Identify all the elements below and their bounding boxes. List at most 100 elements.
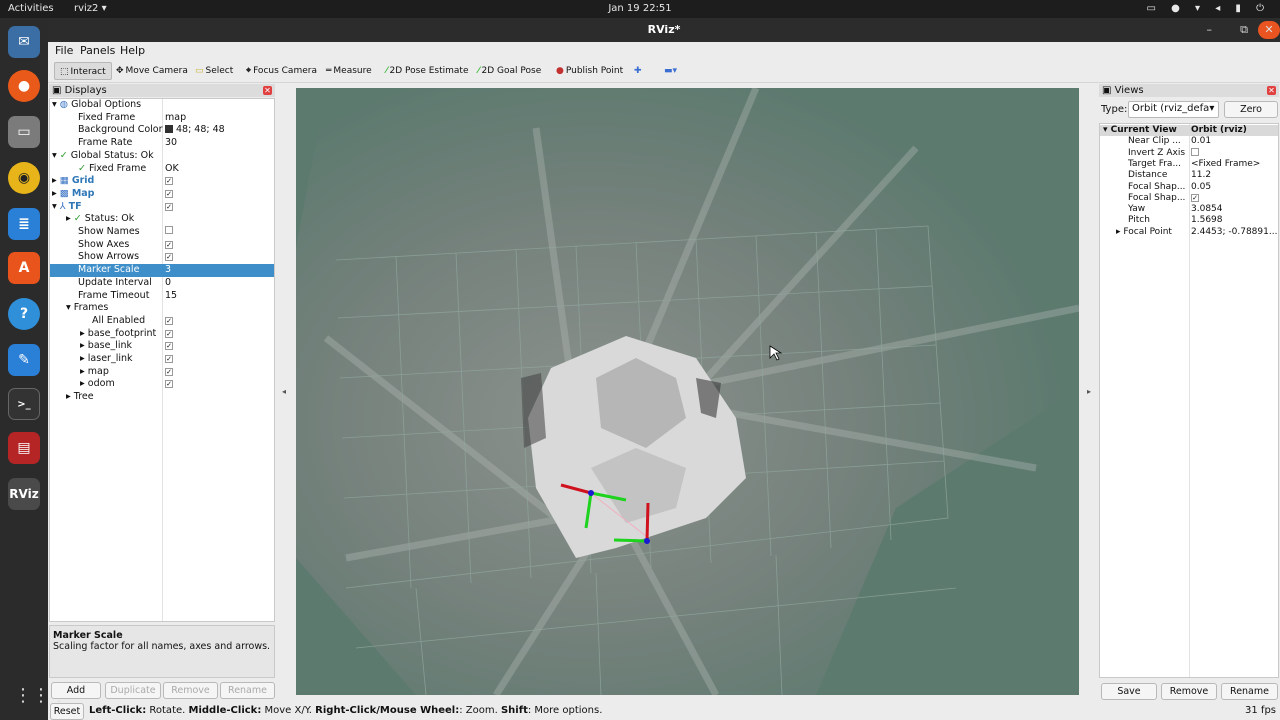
focal-point-row[interactable]: ▸ Focal Point 2.4453; -0.78891... [1100, 227, 1278, 238]
remove-display-button[interactable]: Remove [163, 682, 218, 699]
system-tray-icons[interactable]: ▭ ● ▾ ◂ ▮ ⏻ [1146, 3, 1270, 14]
3d-viewport[interactable] [296, 88, 1079, 695]
camera-icon: ▣ [1102, 85, 1112, 96]
map-checkbox[interactable]: ✓ [165, 189, 173, 198]
show-arrows-row[interactable]: Show Arrows ✓ [50, 251, 274, 264]
tf-display-row[interactable]: ▾ ⅄ TF ✓ [50, 201, 274, 214]
show-arrows-checkbox[interactable]: ✓ [165, 253, 173, 262]
writer-icon[interactable]: ≣ [8, 208, 40, 240]
views-close-icon[interactable]: ✕ [1267, 86, 1276, 95]
near-clip-row[interactable]: Near Clip ... 0.01 [1100, 136, 1278, 147]
help-icon[interactable]: ? [8, 298, 40, 330]
remove-tool-icon[interactable]: ▬▾ [662, 62, 677, 80]
rviz-icon[interactable]: RViz [8, 478, 40, 510]
focal-shape-size-row[interactable]: Focal Shap... 0.05 [1100, 182, 1278, 193]
tf-checkbox[interactable]: ✓ [165, 202, 173, 211]
property-description: Marker Scale Scaling factor for all name… [49, 625, 275, 678]
views-header: ▣ Views ✕ [1099, 84, 1279, 97]
displays-close-icon[interactable]: ✕ [263, 86, 272, 95]
collapse-left-icon[interactable]: ◂ [282, 387, 286, 396]
thunderbird-icon[interactable]: ✉ [8, 26, 40, 58]
maximize-icon[interactable]: ⧉ [1240, 18, 1248, 42]
fixed-frame-status-row[interactable]: ✓ Fixed Frame OK [50, 162, 274, 176]
invert-z-checkbox[interactable] [1191, 147, 1199, 156]
current-view-row[interactable]: ▾ Current View Orbit (rviz) [1100, 125, 1278, 137]
focus-camera-tool[interactable]: ⌖ Focus Camera [244, 62, 317, 80]
add-tool-icon[interactable]: ✚ [632, 62, 642, 80]
publish-point-tool[interactable]: ● Publish Point [554, 62, 623, 80]
frame-base-link-row[interactable]: ▸ base_link ✓ [50, 340, 274, 353]
close-icon[interactable]: ✕ [1258, 21, 1280, 39]
2d-pose-estimate-tool[interactable]: ⁄ 2D Pose Estimate [384, 62, 469, 80]
reset-button[interactable]: Reset [50, 703, 84, 720]
frame-checkbox[interactable]: ✓ [165, 342, 173, 351]
frame-timeout-row[interactable]: Frame Timeout 15 [50, 290, 274, 303]
fixed-frame-row[interactable]: Fixed Frame map [50, 112, 274, 125]
menu-help[interactable]: Help [120, 44, 145, 57]
frames-row[interactable]: ▾ Frames [50, 302, 274, 315]
text-editor-icon[interactable]: ✎ [8, 344, 40, 376]
frame-checkbox[interactable]: ✓ [165, 367, 173, 376]
menu-file[interactable]: File [55, 44, 73, 57]
frame-odom-row[interactable]: ▸ odom ✓ [50, 378, 274, 391]
distance-row[interactable]: Distance 11.2 [1100, 170, 1278, 181]
interact-tool[interactable]: ⬚ Interact [54, 62, 112, 80]
yaw-row[interactable]: Yaw 3.0854 [1100, 204, 1278, 215]
frame-checkbox[interactable]: ✓ [165, 329, 173, 338]
frame-rate-row[interactable]: Frame Rate 30 [50, 137, 274, 150]
app-icon[interactable]: ▤ [8, 432, 40, 464]
rhythmbox-icon[interactable]: ◉ [8, 162, 40, 194]
add-display-button[interactable]: Add [51, 682, 101, 699]
background-color-row[interactable]: Background Color 48; 48; 48 [50, 124, 274, 137]
frame-laser-link-row[interactable]: ▸ laser_link ✓ [50, 353, 274, 366]
focal-shape-checkbox[interactable]: ✓ [1191, 193, 1199, 202]
frame-base-footprint-row[interactable]: ▸ base_footprint ✓ [50, 328, 274, 341]
save-view-button[interactable]: Save [1101, 683, 1157, 700]
zero-button[interactable]: Zero [1224, 101, 1278, 118]
show-names-checkbox[interactable] [165, 226, 173, 234]
duplicate-display-button[interactable]: Duplicate [105, 682, 161, 699]
map-display-row[interactable]: ▸ ▩ Map ✓ [50, 188, 274, 201]
tf-status-row[interactable]: ▸ ✓ Status: Ok [50, 213, 274, 226]
menu-panels[interactable]: Panels [80, 44, 115, 57]
firefox-icon[interactable]: ● [8, 70, 40, 102]
all-enabled-row[interactable]: All Enabled ✓ [50, 315, 274, 328]
global-status-row[interactable]: ▾ ✓ Global Status: Ok [50, 150, 274, 163]
frame-checkbox[interactable]: ✓ [165, 380, 173, 389]
cursor-icon: ⬚ [60, 67, 69, 77]
map-render [296, 88, 1079, 695]
collapse-right-icon[interactable]: ▸ [1087, 387, 1091, 396]
color-swatch[interactable] [165, 125, 173, 134]
grid-checkbox[interactable]: ✓ [165, 177, 173, 186]
rename-display-button[interactable]: Rename [220, 682, 275, 699]
frame-checkbox[interactable]: ✓ [165, 355, 173, 363]
terminal-icon[interactable]: >_ [8, 388, 40, 420]
map-pin-icon: ● [556, 66, 564, 76]
clock[interactable]: Jan 19 22:51 [0, 3, 1280, 14]
minimize-icon[interactable]: – [1207, 18, 1213, 42]
frame-map-row[interactable]: ▸ map ✓ [50, 366, 274, 379]
focal-shape-fixed-row[interactable]: Focal Shap... ✓ [1100, 193, 1278, 204]
invert-z-row[interactable]: Invert Z Axis [1100, 147, 1278, 159]
pitch-row[interactable]: Pitch 1.5698 [1100, 215, 1278, 226]
update-interval-row[interactable]: Update Interval 0 [50, 277, 274, 290]
view-type-select[interactable]: Orbit (rviz_defa▾ [1128, 101, 1219, 118]
software-center-icon[interactable]: A [8, 252, 40, 284]
show-axes-row[interactable]: Show Axes ✓ [50, 239, 274, 252]
tree-row[interactable]: ▸ Tree [50, 391, 274, 404]
rename-view-button[interactable]: Rename [1221, 683, 1278, 700]
ok-check-icon: ✓ [78, 162, 86, 174]
grid-display-row[interactable]: ▸ ▦ Grid ✓ [50, 175, 274, 188]
all-enabled-checkbox[interactable]: ✓ [165, 316, 173, 325]
measure-tool[interactable]: ═ Measure [324, 62, 372, 80]
marker-scale-row[interactable]: Marker Scale 3 [50, 264, 274, 277]
move-camera-tool[interactable]: ✥ Move Camera [114, 62, 188, 80]
select-tool[interactable]: ▭ Select [193, 62, 233, 80]
target-frame-row[interactable]: Target Fra... <Fixed Frame> [1100, 159, 1278, 170]
global-options-row[interactable]: ▾ ◍ Global Options [50, 99, 274, 112]
show-axes-checkbox[interactable]: ✓ [165, 240, 173, 249]
remove-view-button[interactable]: Remove [1161, 683, 1217, 700]
show-names-row[interactable]: Show Names [50, 226, 274, 239]
files-icon[interactable]: ▭ [8, 116, 40, 148]
2d-goal-pose-tool[interactable]: ⁄ 2D Goal Pose [476, 62, 541, 80]
